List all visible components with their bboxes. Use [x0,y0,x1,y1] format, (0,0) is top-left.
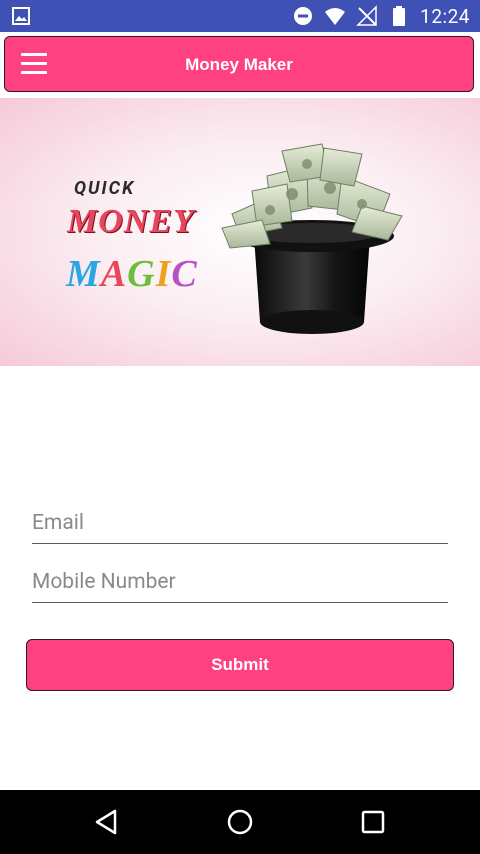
app-bar: Money Maker [4,36,474,92]
logo-money-text: MONEY [67,203,195,240]
recents-icon[interactable] [357,806,389,838]
email-field[interactable] [32,503,448,544]
logo-magic-letter: M [66,253,101,295]
logo-magic-letter: G [127,253,156,295]
wifi-icon [325,8,346,25]
no-signal-icon [356,5,377,26]
status-time: 12:24 [420,4,470,28]
menu-bar-line [21,53,47,56]
logo-magic-letter: C [171,253,198,295]
magic-hat-money-illustration [221,143,403,334]
do-not-disturb-icon [294,7,313,25]
status-bar: 12:24 [0,0,480,32]
status-icons: 12:24 [292,0,470,32]
logo-quick-text: QUICK [74,178,136,199]
image-notification-icon [12,7,30,25]
system-navigation-bar [0,790,480,854]
logo-magic-text: MAGIC [66,252,198,296]
logo-magic-letter: I [155,253,172,295]
mobile-number-field[interactable] [32,562,448,603]
logo-magic-letter: A [100,253,128,295]
battery-icon [393,6,406,26]
back-icon[interactable] [91,806,123,838]
submit-button[interactable]: Submit [26,639,454,691]
hamburger-menu-icon[interactable] [21,53,47,75]
home-icon[interactable] [224,806,256,838]
menu-bar-line [21,71,47,74]
app-title: Money Maker [185,55,293,74]
menu-bar-line [21,62,47,65]
